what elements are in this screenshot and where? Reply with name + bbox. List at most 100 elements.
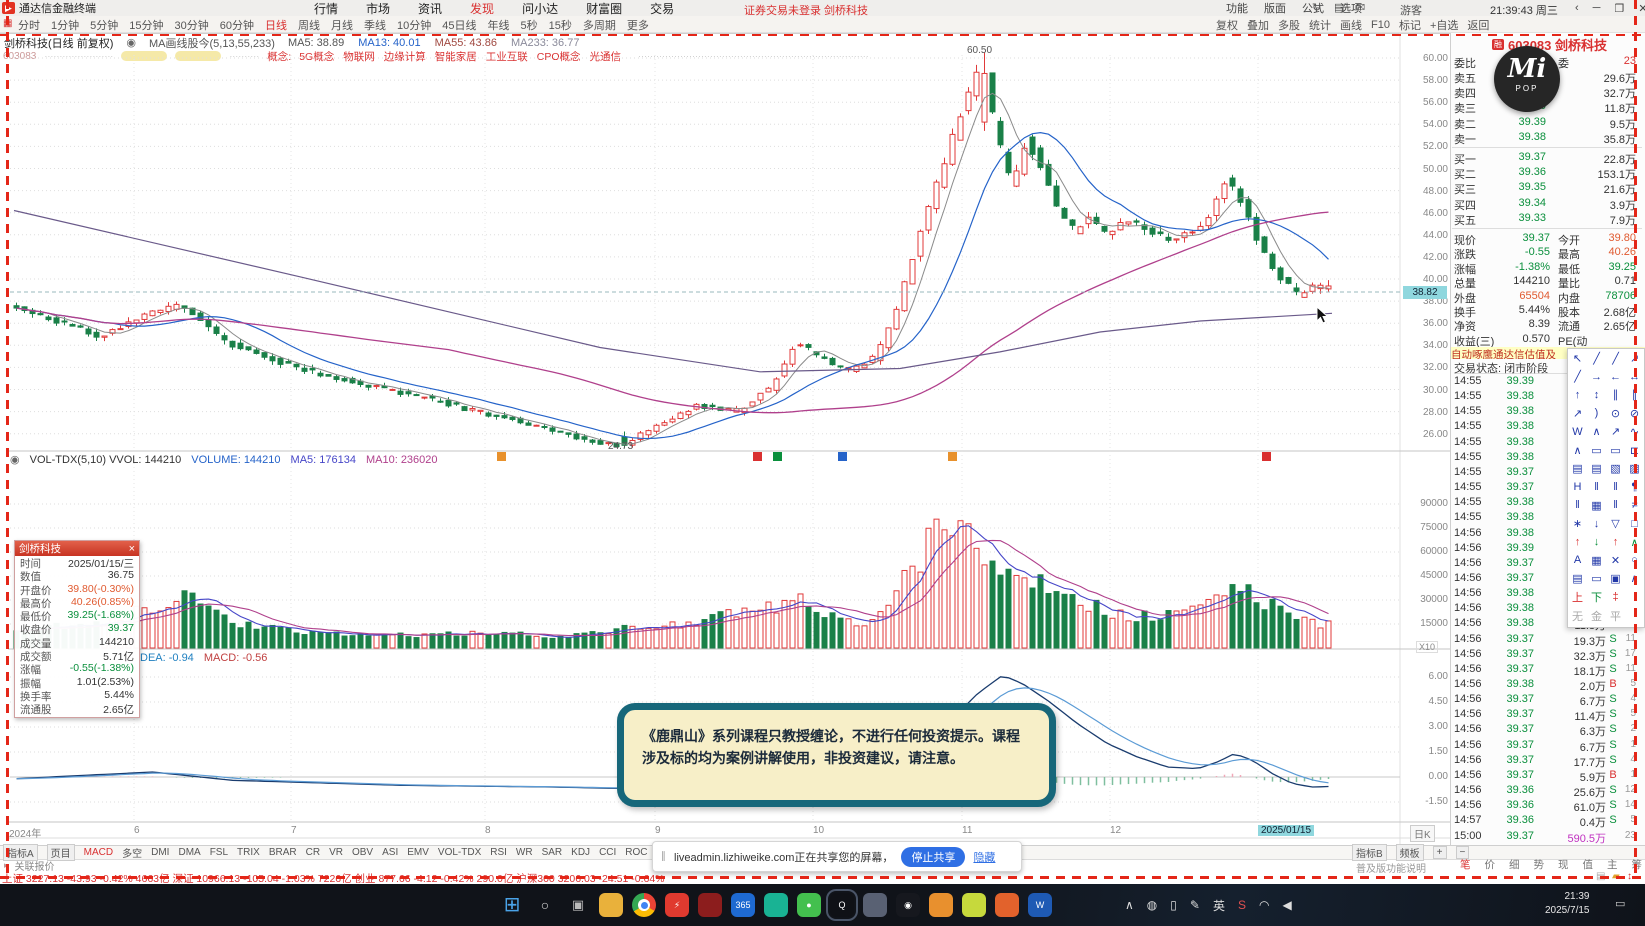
indicator-tab-KDJ[interactable]: KDJ — [571, 847, 590, 858]
indicator-tab-TRIX[interactable]: TRIX — [237, 847, 260, 858]
drawing-tool-icon[interactable]: A — [1568, 554, 1587, 566]
tray-volume-icon[interactable]: ◀ — [1282, 898, 1291, 912]
taskbar-app-blue365[interactable]: 365 — [731, 893, 755, 917]
taskbar-app-wechat[interactable]: ● — [797, 893, 821, 917]
tray-app-icon[interactable]: S — [1238, 898, 1246, 912]
drawing-tool-icon[interactable]: H — [1568, 481, 1587, 493]
notification-icon[interactable]: ▭ — [1615, 897, 1625, 910]
indicator-tab-ROC[interactable]: ROC — [625, 847, 647, 858]
popup-close-icon[interactable]: × — [129, 543, 135, 555]
drawing-tool-icon[interactable]: ⊙ — [1606, 407, 1625, 420]
taskbar-app-chrome[interactable] — [632, 893, 656, 917]
collapse-icon[interactable]: ◉ — [10, 453, 20, 466]
indicator-tab-VOL-TDX[interactable]: VOL-TDX — [438, 847, 481, 858]
panel-tab-势[interactable]: 势 — [1534, 857, 1545, 872]
drawing-tool-icon[interactable]: 上 — [1568, 589, 1587, 605]
drawing-tool-icon[interactable]: W — [1568, 426, 1587, 438]
bid-row[interactable]: 买四 39.34 3.9万 — [1454, 197, 1636, 213]
drawing-tool-icon[interactable]: ▽ — [1606, 517, 1625, 530]
indicator-tab-SAR[interactable]: SAR — [542, 847, 563, 858]
drawing-tool-icon[interactable]: 无 — [1568, 608, 1587, 624]
indicator-tab-ASI[interactable]: ASI — [382, 847, 398, 858]
drawing-tool-icon[interactable]: ‖ — [1606, 481, 1625, 493]
drawing-tool-icon[interactable]: ‖ — [1568, 499, 1587, 511]
footer-tab-+[interactable]: + — [1432, 845, 1447, 859]
tray-headset-icon[interactable]: ◍ — [1147, 898, 1157, 912]
drawing-tool-icon[interactable]: ▧ — [1606, 462, 1625, 475]
tray-chevron-icon[interactable]: ∧ — [1125, 898, 1134, 912]
taskbar-app-camera[interactable]: ◉ — [896, 893, 920, 917]
taskbar-app-teal[interactable] — [764, 893, 788, 917]
drawing-tool-icon[interactable]: ▤ — [1587, 462, 1606, 475]
drawing-tool-icon[interactable]: ↗ — [1606, 425, 1625, 438]
footer-tab-频板[interactable]: 频板 — [1395, 843, 1424, 861]
taskbar-app-firefox[interactable] — [995, 893, 1019, 917]
drawing-tool-icon[interactable]: ∧ — [1568, 444, 1587, 457]
indicator-tab-MACD[interactable]: MACD — [84, 847, 113, 858]
drawing-tool-icon[interactable]: ← — [1606, 371, 1625, 383]
panel-tab-值[interactable]: 值 — [1583, 857, 1594, 872]
taskbar-app-darkred[interactable] — [698, 893, 722, 917]
indicator-tab-CCI[interactable]: CCI — [599, 847, 616, 858]
ask-row[interactable]: 卖一 39.38 35.8万 — [1454, 131, 1636, 147]
taskbar-clock[interactable]: 21:39 2025/7/15 — [1545, 890, 1590, 918]
drawing-tool-icon[interactable]: ✕ — [1606, 554, 1625, 567]
hide-link[interactable]: 隐藏 — [973, 849, 995, 865]
drawing-tool-icon[interactable]: ‡ — [1606, 591, 1625, 603]
tray-wifi-icon[interactable]: ◠ — [1259, 898, 1269, 912]
taskbar-app-word[interactable]: W — [1028, 893, 1052, 917]
indicator-tab-OBV[interactable]: OBV — [352, 847, 373, 858]
bid-row[interactable]: 买三 39.35 21.6万 — [1454, 181, 1636, 197]
panel-tab-价[interactable]: 价 — [1485, 857, 1496, 872]
drawing-tool-icon[interactable]: ▤ — [1568, 572, 1587, 585]
taskbar-app-qq-active[interactable]: Q — [826, 889, 858, 921]
drawing-tool-icon[interactable]: ↑ — [1568, 536, 1587, 548]
drawing-tool-icon[interactable]: 下 — [1587, 589, 1606, 605]
indicator-tab-FSL[interactable]: FSL — [210, 847, 228, 858]
drawing-tool-icon[interactable]: ∥ — [1606, 388, 1625, 401]
drawing-tool-icon[interactable]: ↗ — [1568, 407, 1587, 420]
indicator-tab-多空[interactable]: 多空 — [122, 845, 142, 860]
drawing-tool-icon[interactable]: ↑ — [1568, 389, 1587, 401]
drawing-tool-icon[interactable]: ∧ — [1587, 425, 1606, 438]
drawing-tool-icon[interactable]: ↓ — [1587, 536, 1606, 548]
bid-row[interactable]: 买二 39.36 153.1万 — [1454, 166, 1636, 182]
drawing-tool-icon[interactable]: ╱ — [1568, 370, 1587, 383]
drawing-tool-icon[interactable]: 金 — [1587, 608, 1606, 624]
drawing-tool-icon[interactable]: ▦ — [1587, 499, 1606, 512]
taskbar-app-folder[interactable] — [599, 893, 623, 917]
drawing-tool-icon[interactable]: ‖ — [1606, 499, 1625, 511]
ask-row[interactable]: 卖二 39.39 9.5万 — [1454, 116, 1636, 132]
taskbar-search-icon[interactable]: ○ — [533, 893, 557, 917]
drawing-tool-icon[interactable]: ∗ — [1568, 517, 1587, 530]
indicator-tab-DMA[interactable]: DMA — [178, 847, 200, 858]
vol-indicator-label[interactable]: VOL-TDX(5,10) VVOL: 144210 — [30, 454, 182, 466]
indicator-tab-WR[interactable]: WR — [516, 847, 533, 858]
drawing-tool-icon[interactable]: ▤ — [1568, 462, 1587, 475]
taskbar-app-red[interactable]: ⚡ — [665, 893, 689, 917]
drawing-tool-icon[interactable]: ╱ — [1606, 352, 1625, 365]
tray-pen-icon[interactable]: ✎ — [1190, 898, 1200, 912]
drawing-tool-icon[interactable]: ▦ — [1587, 554, 1606, 567]
drawing-tool-icon[interactable]: ▣ — [1606, 572, 1625, 585]
stop-share-button[interactable]: 停止共享 — [901, 846, 966, 867]
indicator-tab-CR[interactable]: CR — [306, 847, 320, 858]
drawing-tool-icon[interactable]: ╱ — [1587, 352, 1606, 365]
drawing-tool-icon[interactable]: ‖ — [1587, 481, 1606, 493]
period-label[interactable]: 日K — [1410, 825, 1435, 842]
indicator-tab-VR[interactable]: VR — [329, 847, 343, 858]
indicator-tab-RSI[interactable]: RSI — [490, 847, 507, 858]
drawing-tool-icon[interactable]: ) — [1587, 407, 1606, 419]
panel-tab-现[interactable]: 现 — [1558, 857, 1569, 872]
drawing-tool-icon[interactable]: ↑ — [1606, 536, 1625, 548]
taskbar-app-gray[interactable] — [863, 893, 887, 917]
drawing-tool-icon[interactable]: → — [1587, 371, 1606, 383]
drawing-tool-icon[interactable]: ▭ — [1587, 572, 1606, 585]
panel-tab-笔[interactable]: 笔 — [1460, 857, 1471, 872]
drawing-tool-icon[interactable]: ↕ — [1587, 389, 1606, 401]
drawing-tool-icon[interactable]: ↖ — [1568, 352, 1587, 365]
tray-mic-icon[interactable]: ▯ — [1170, 898, 1177, 912]
drawing-tool-icon[interactable]: 平 — [1606, 608, 1625, 624]
indicator-tab-EMV[interactable]: EMV — [407, 847, 429, 858]
drawing-tool-icon[interactable]: ▭ — [1587, 444, 1606, 457]
